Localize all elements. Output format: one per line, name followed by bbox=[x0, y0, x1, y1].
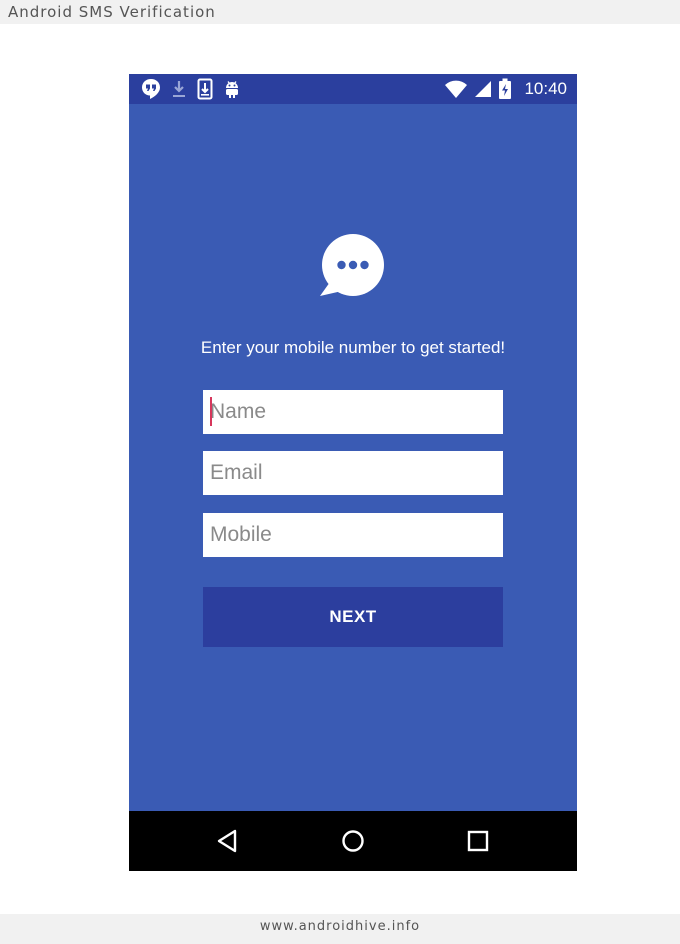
home-icon[interactable] bbox=[340, 828, 366, 854]
navigation-bar bbox=[129, 811, 577, 871]
next-button[interactable]: NEXT bbox=[203, 587, 503, 647]
page-header: Android SMS Verification bbox=[0, 0, 680, 24]
page-footer: www.androidhive.info bbox=[0, 914, 680, 944]
back-icon[interactable] bbox=[215, 828, 241, 854]
android-icon bbox=[223, 79, 241, 99]
download-icon bbox=[171, 79, 187, 99]
email-field[interactable] bbox=[203, 451, 503, 495]
name-field[interactable] bbox=[203, 390, 503, 434]
phone-screen: 10:40 Enter your mobile number to get st… bbox=[129, 74, 577, 871]
wifi-icon bbox=[444, 79, 468, 99]
prompt-text: Enter your mobile number to get started! bbox=[200, 338, 506, 357]
recents-icon[interactable] bbox=[465, 828, 491, 854]
mobile-field[interactable] bbox=[203, 513, 503, 557]
hangouts-icon bbox=[141, 78, 161, 100]
chat-bubble-icon bbox=[320, 234, 386, 300]
text-cursor bbox=[210, 397, 212, 426]
signal-icon bbox=[474, 79, 492, 99]
status-clock: 10:40 bbox=[524, 79, 567, 98]
status-bar: 10:40 bbox=[129, 74, 577, 104]
download-complete-icon bbox=[197, 78, 213, 100]
battery-charging-icon bbox=[498, 78, 512, 100]
